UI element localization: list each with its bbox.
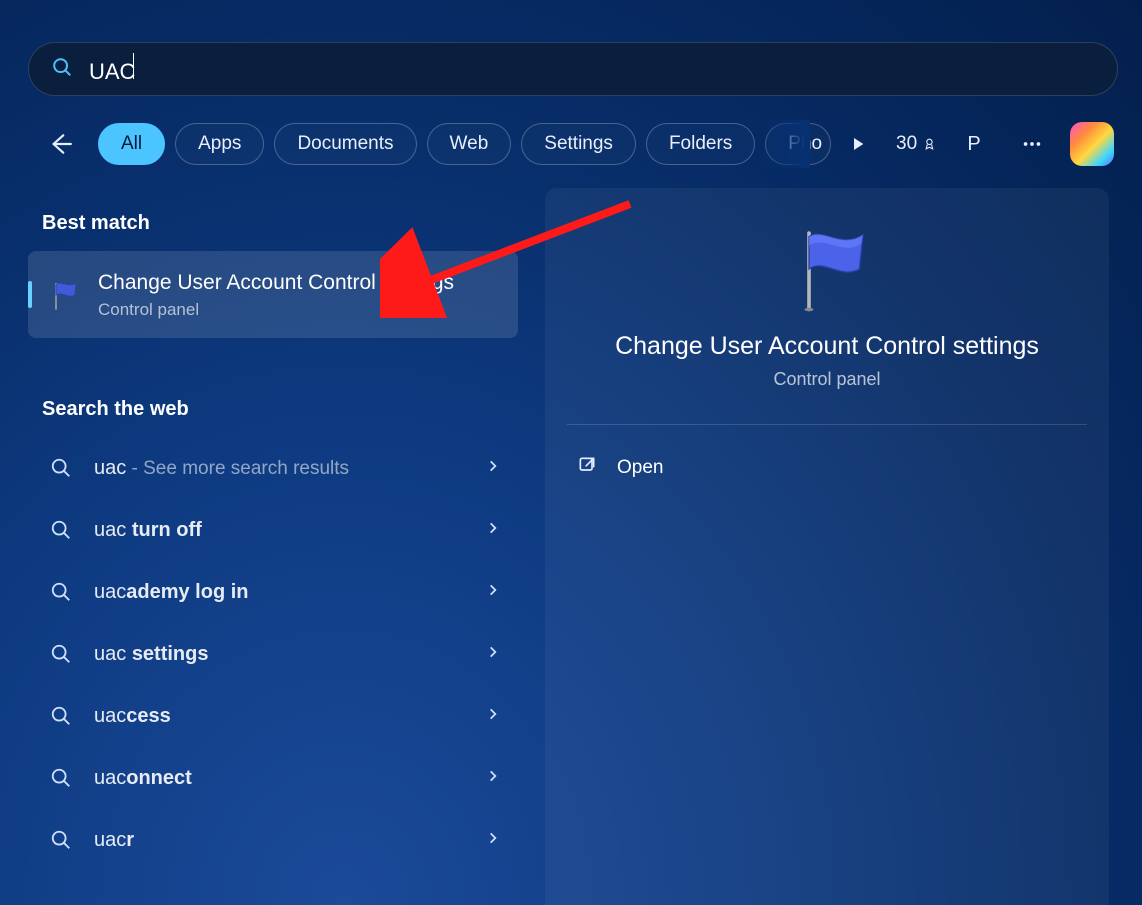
best-match-title: Change User Account Control settings [98,269,454,296]
chevron-right-icon [486,645,500,664]
web-result-label: uac - See more search results [94,457,349,480]
search-icon [50,457,72,479]
toolbar-right: 30 P [838,120,1114,168]
web-result[interactable]: uac turn off [28,499,528,561]
filter-chip-documents[interactable]: Documents [274,123,416,165]
filter-chip-folders[interactable]: Folders [646,123,755,165]
web-result-label: uac turn off [94,519,202,542]
divider [567,424,1087,425]
search-icon [51,56,73,83]
rewards-points: 30 [896,133,917,155]
chevron-right-icon [486,521,500,540]
chevron-right-icon [486,831,500,850]
filter-chip-apps[interactable]: Apps [175,123,264,165]
chevron-right-icon [486,769,500,788]
web-result-label: uacr [94,829,134,852]
search-web-heading: Search the web [42,398,528,421]
chevron-right-icon [486,707,500,726]
search-bar[interactable]: UAC [28,42,1118,96]
filter-chip-all[interactable]: All [98,123,165,165]
web-result[interactable]: uacademy log in [28,561,528,623]
preview-subtitle: Control panel [567,369,1087,390]
web-result-label: uaccess [94,705,171,728]
web-result-label: uaconnect [94,767,192,790]
best-match-result[interactable]: Change User Account Control settings Con… [28,251,518,338]
web-result-label: uacademy log in [94,581,249,604]
web-result-label: uac settings [94,643,209,666]
profile-button[interactable]: P [954,124,994,164]
web-result[interactable]: uaccess [28,685,528,747]
more-button[interactable] [1012,124,1052,164]
preview-icon [567,224,1087,314]
scroll-right-button[interactable] [838,124,878,164]
best-match-subtitle: Control panel [98,300,454,320]
rewards-button[interactable]: 30 [896,124,936,164]
open-action[interactable]: Open [567,443,1087,493]
profile-initial: P [967,133,980,156]
preview-title: Change User Account Control settings [567,332,1087,361]
search-icon [50,643,72,665]
web-result[interactable]: uaconnect [28,747,528,809]
preview-panel: Change User Account Control settings Con… [545,188,1109,905]
copilot-button[interactable] [1070,122,1114,166]
flag-icon [782,224,872,314]
search-icon [50,581,72,603]
filter-chips: All Apps Documents Web Settings Folders … [98,123,831,165]
search-input[interactable]: UAC [89,53,1095,85]
filter-chip-photos[interactable]: Pho [765,123,831,165]
web-result[interactable]: uac - See more search results [28,437,528,499]
open-label: Open [617,457,663,479]
search-icon [50,767,72,789]
search-icon [50,829,72,851]
web-result[interactable]: uac settings [28,623,528,685]
best-match-heading: Best match [42,212,528,235]
chevron-right-icon [486,459,500,478]
chevron-right-icon [486,583,500,602]
back-button[interactable] [40,124,80,164]
flag-icon [48,279,80,311]
filter-chip-web[interactable]: Web [427,123,512,165]
filter-chip-settings[interactable]: Settings [521,123,636,165]
search-icon [50,519,72,541]
search-icon [50,705,72,727]
open-icon [577,455,597,481]
web-result[interactable]: uacr [28,809,528,871]
